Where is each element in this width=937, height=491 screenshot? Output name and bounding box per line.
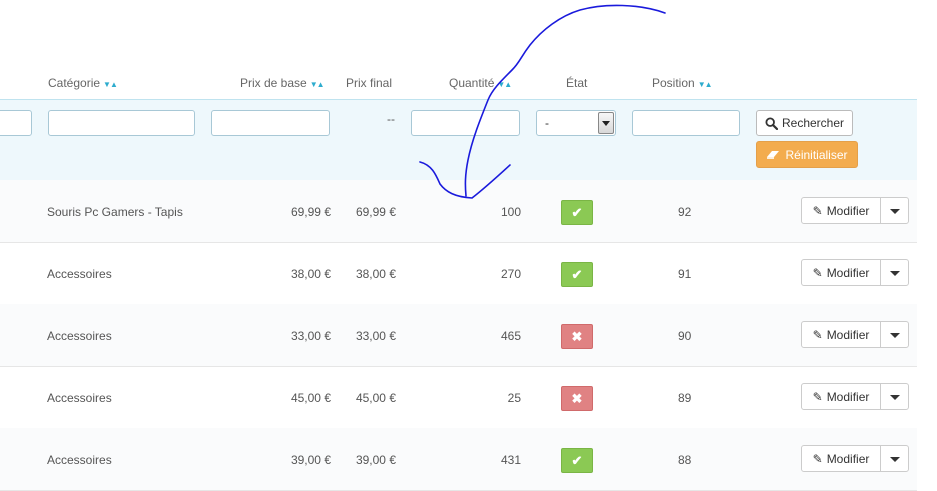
pencil-icon: ✎ [812, 203, 823, 218]
cell-quantity: 100 [500, 205, 521, 219]
chevron-down-icon[interactable] [881, 384, 908, 409]
modify-button-label: Modifier [826, 327, 870, 342]
modify-button-group: ✎ Modifier [801, 383, 909, 410]
chevron-down-icon[interactable] [881, 446, 908, 471]
quantity-filter-input[interactable] [411, 110, 520, 136]
table-row[interactable]: Accessoires 39,00 € 39,00 € 431 ✔ 88 ✎ Mo… [0, 428, 917, 491]
modify-button-label: Modifier [826, 265, 870, 280]
table-row[interactable]: Accessoires 38,00 € 38,00 € 270 ✔ 91 ✎ Mo… [0, 242, 917, 305]
check-icon: ✔ [571, 204, 583, 220]
cell-position: 92 [678, 205, 692, 219]
column-final-price-label: Prix final [346, 76, 393, 90]
search-icon [765, 116, 778, 130]
cell-final-price: 45,00 € [355, 391, 396, 405]
modify-button[interactable]: ✎ Modifier [802, 446, 881, 471]
close-icon: ✖ [571, 390, 583, 406]
reset-button[interactable]: Réinitialiser [756, 141, 858, 168]
check-icon: ✔ [571, 452, 583, 468]
column-quantity[interactable]: Quantité ▼▲ [449, 76, 512, 90]
table-row[interactable]: Accessoires 45,00 € 45,00 € 25 ✖ 89 ✎ Mod… [0, 366, 917, 429]
status-enabled-toggle[interactable]: ✔ [561, 200, 593, 225]
column-final-price: Prix final [346, 76, 392, 90]
modify-button[interactable]: ✎ Modifier [802, 260, 881, 285]
column-base-price-label: Prix de base [240, 76, 307, 90]
status-enabled-toggle[interactable]: ✔ [561, 448, 593, 473]
cell-base-price: 38,00 € [290, 267, 331, 281]
cell-base-price: 69,99 € [290, 205, 331, 219]
cell-final-price: 69,99 € [355, 205, 396, 219]
cell-category: Accessoires [47, 267, 112, 281]
pencil-icon: ✎ [812, 265, 823, 280]
modify-button-label: Modifier [826, 203, 870, 218]
position-filter-input[interactable] [632, 110, 740, 136]
cell-final-price: 38,00 € [355, 267, 396, 281]
cell-quantity: 465 [500, 329, 521, 343]
eraser-icon [767, 150, 780, 159]
cell-final-price: 39,00 € [355, 453, 396, 467]
name-filter-input[interactable] [0, 110, 32, 136]
cell-base-price: 39,00 € [290, 453, 331, 467]
modify-button-group: ✎ Modifier [801, 445, 909, 472]
column-state-label: État [566, 76, 588, 90]
sort-icon[interactable]: ▼▲ [310, 80, 325, 89]
column-header-row: Catégorie ▼▲ Prix de base ▼▲ Prix final Qu… [0, 70, 937, 98]
cell-category: Accessoires [47, 329, 112, 343]
column-base-price[interactable]: Prix de base ▼▲ [240, 76, 325, 90]
pencil-icon: ✎ [812, 389, 823, 404]
column-position-label: Position [652, 76, 695, 90]
search-button-label: Rechercher [781, 116, 845, 130]
reset-button-label: Réinitialiser [785, 147, 848, 162]
cell-base-price: 45,00 € [290, 391, 331, 405]
column-position[interactable]: Position ▼▲ [652, 76, 713, 90]
check-icon: ✔ [571, 266, 583, 282]
chevron-down-icon[interactable] [881, 322, 908, 347]
chevron-down-icon[interactable] [881, 198, 908, 223]
close-icon: ✖ [571, 328, 583, 344]
cell-position: 89 [678, 391, 692, 405]
cell-category: Accessoires [47, 453, 112, 467]
chevron-down-icon[interactable] [598, 112, 614, 134]
cell-base-price: 33,00 € [290, 329, 331, 343]
table-row[interactable]: Souris Pc Gamers - Tapis 69,99 € 69,99 €… [0, 180, 917, 243]
sort-icon[interactable]: ▼▲ [698, 80, 713, 89]
state-filter-select[interactable]: - [536, 110, 616, 136]
pencil-icon: ✎ [812, 327, 823, 342]
cell-quantity: 25 [507, 391, 521, 405]
sort-icon[interactable]: ▼▲ [497, 80, 512, 89]
modify-button[interactable]: ✎ Modifier [802, 322, 881, 347]
cell-position: 90 [678, 329, 692, 343]
modify-button-label: Modifier [826, 389, 870, 404]
cell-position: 91 [678, 267, 692, 281]
modify-button[interactable]: ✎ Modifier [802, 198, 881, 223]
modify-button-group: ✎ Modifier [801, 197, 909, 224]
modify-button-label: Modifier [826, 451, 870, 466]
modify-button-group: ✎ Modifier [801, 259, 909, 286]
final-price-filter-placeholder: -- [387, 112, 395, 126]
column-category-label: Catégorie [48, 76, 101, 90]
status-enabled-toggle[interactable]: ✔ [561, 262, 593, 287]
pencil-icon: ✎ [812, 451, 823, 466]
chevron-down-icon[interactable] [881, 260, 908, 285]
sort-icon[interactable]: ▼▲ [103, 80, 118, 89]
cell-category: Accessoires [47, 391, 112, 405]
category-filter-input[interactable] [48, 110, 195, 136]
state-filter-value: - [545, 116, 549, 130]
status-disabled-toggle[interactable]: ✖ [561, 386, 593, 411]
filter-row: -- - Rechercher Réinitialiser [0, 99, 917, 181]
column-state: État [566, 76, 587, 90]
modify-button[interactable]: ✎ Modifier [802, 384, 881, 409]
table-row[interactable]: Accessoires 33,00 € 33,00 € 465 ✖ 90 ✎ Mo… [0, 304, 917, 367]
base-price-filter-input[interactable] [211, 110, 330, 136]
status-disabled-toggle[interactable]: ✖ [561, 324, 593, 349]
column-category[interactable]: Catégorie ▼▲ [48, 76, 118, 90]
cell-final-price: 33,00 € [355, 329, 396, 343]
cell-position: 88 [678, 453, 692, 467]
modify-button-group: ✎ Modifier [801, 321, 909, 348]
cell-quantity: 270 [500, 267, 521, 281]
cell-category: Souris Pc Gamers - Tapis [47, 205, 183, 219]
search-button[interactable]: Rechercher [756, 110, 853, 136]
cell-quantity: 431 [500, 453, 521, 467]
column-quantity-label: Quantité [449, 76, 495, 90]
